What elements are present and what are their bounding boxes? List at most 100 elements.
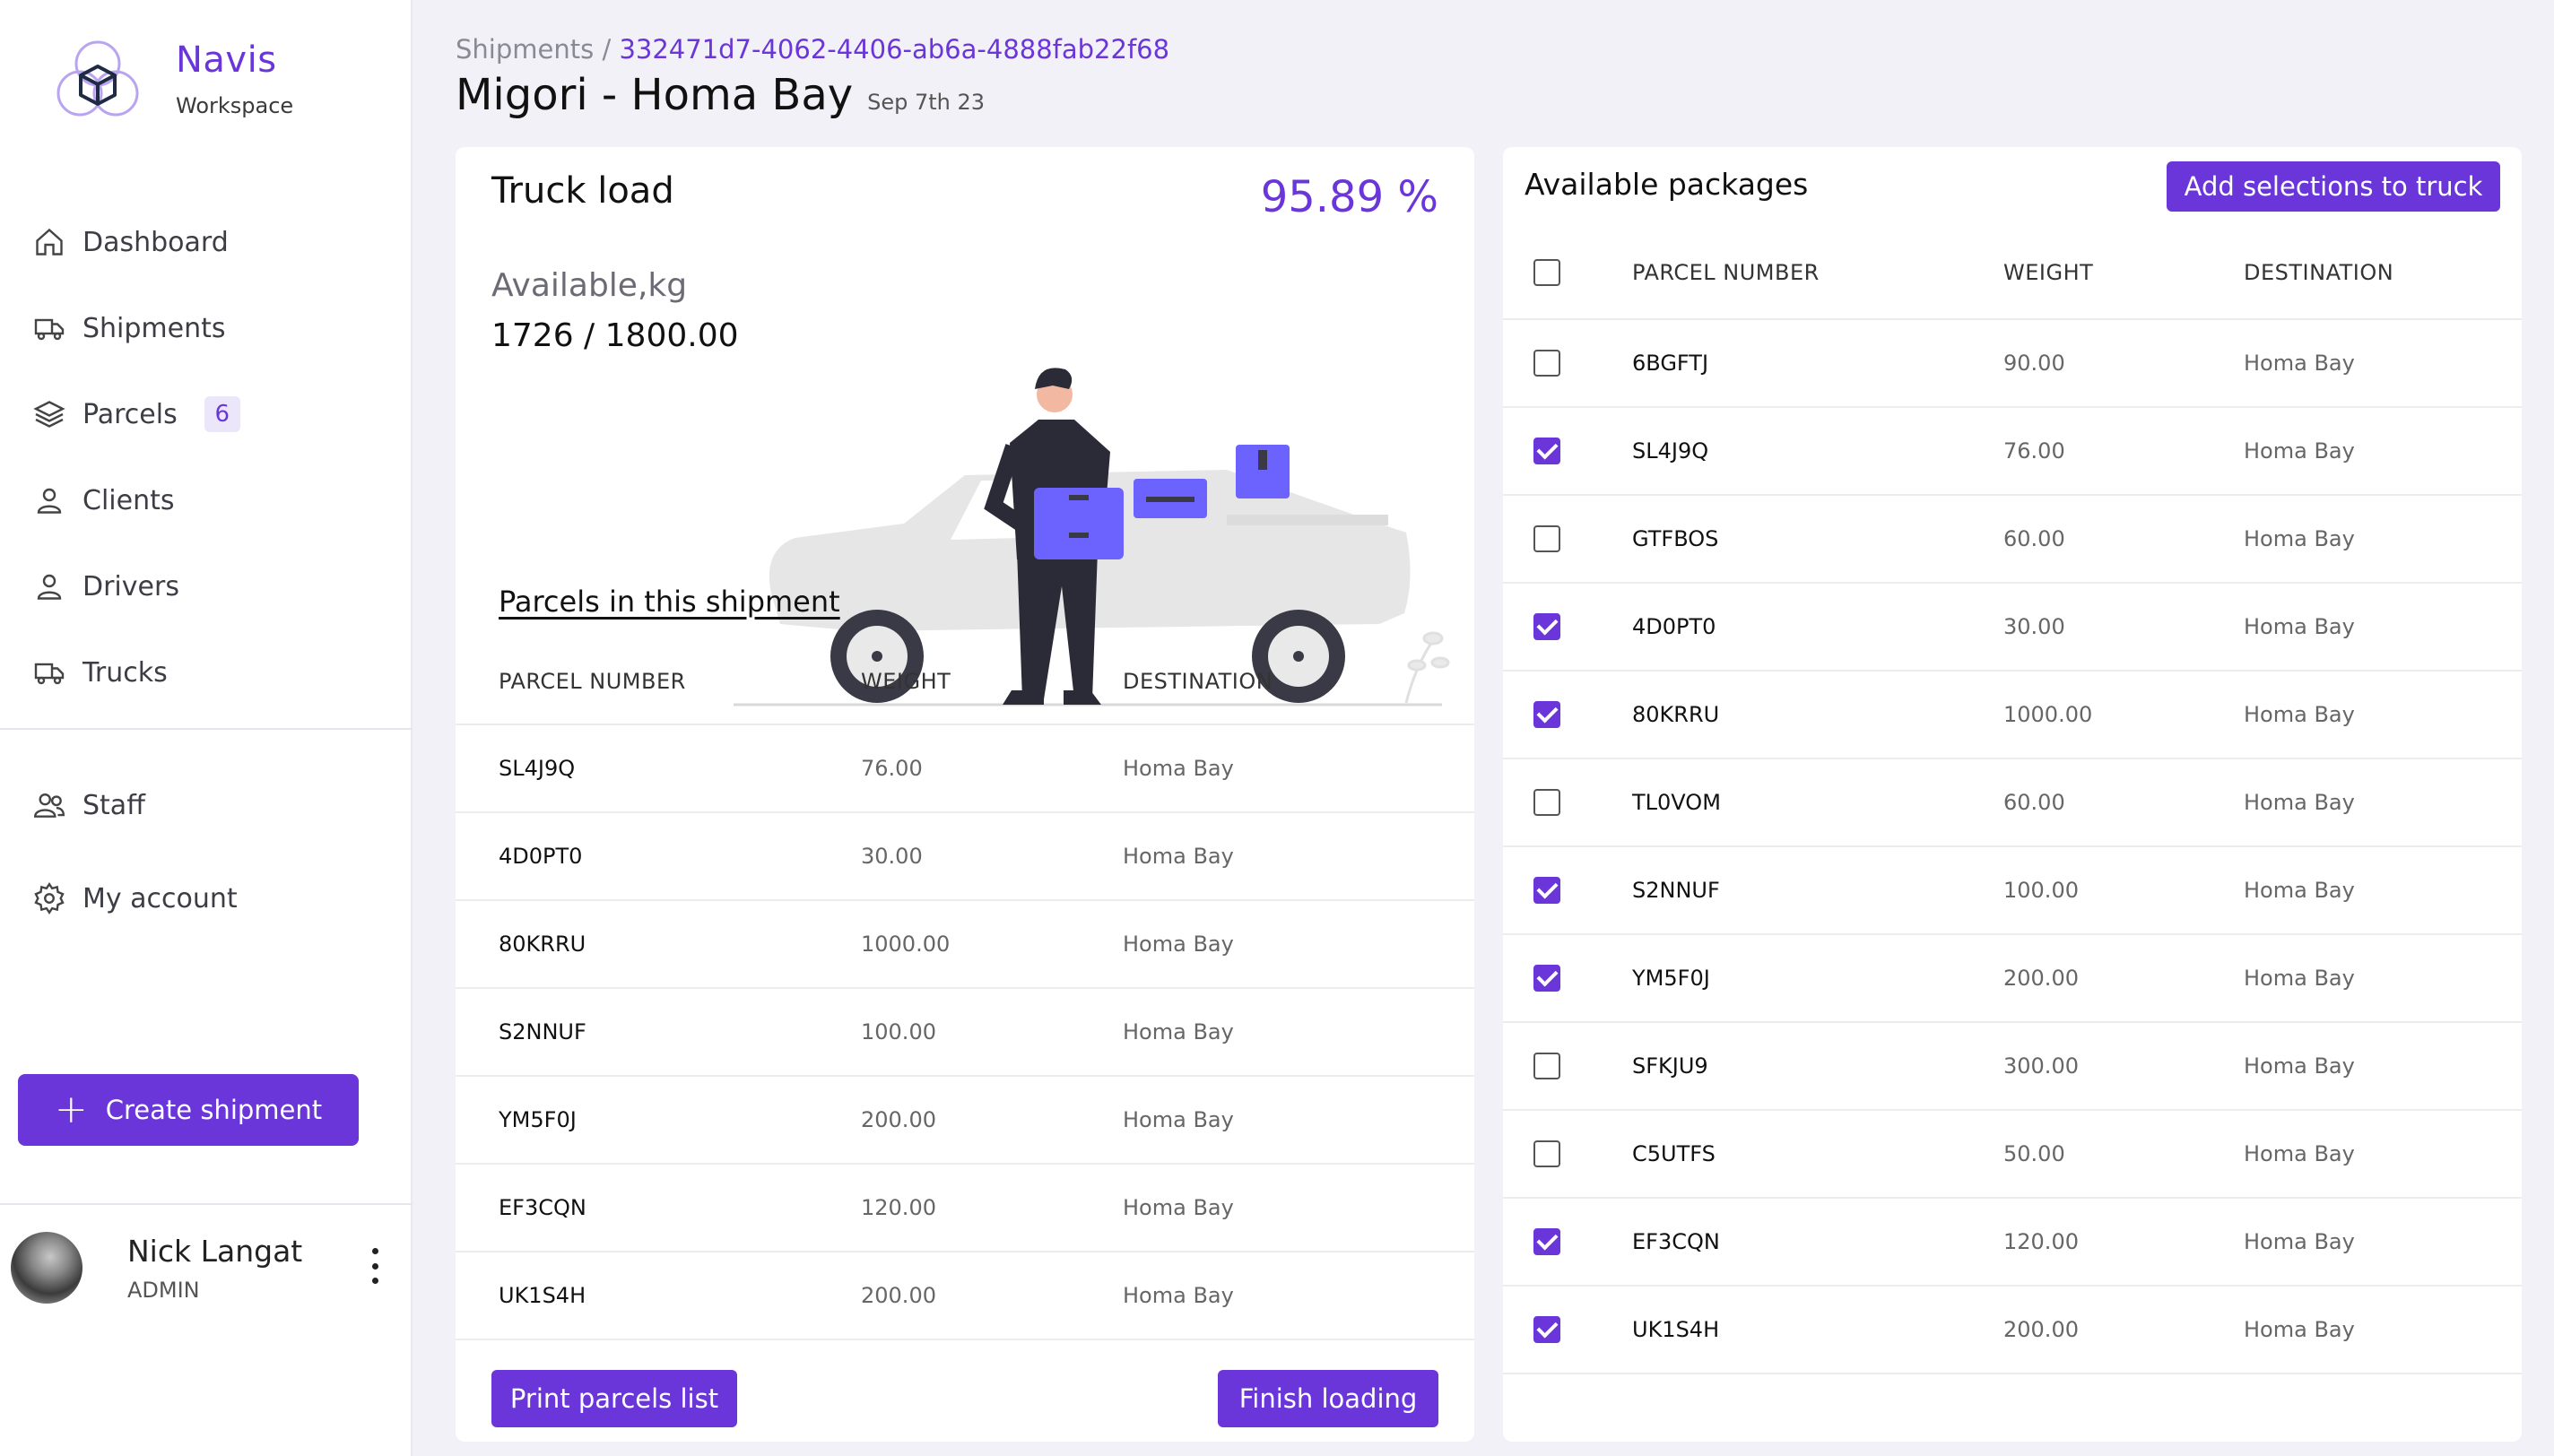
destination-cell: Homa Bay <box>1123 988 1474 1077</box>
more-options-icon[interactable] <box>366 1248 384 1284</box>
row-checkbox[interactable] <box>1533 965 1560 992</box>
table-row: 4D0PT0 30.00 Homa Bay <box>456 812 1474 901</box>
destination-cell: Homa Bay <box>1123 812 1474 901</box>
column-header: DESTINATION <box>2244 226 2522 320</box>
weight-cell: 60.00 <box>2003 495 2244 584</box>
parcel-number-cell: 4D0PT0 <box>456 812 861 901</box>
parcel-number-cell: S2NNUF <box>1632 846 2003 935</box>
weight-cell: 120.00 <box>861 1164 1123 1252</box>
print-parcels-button[interactable]: Print parcels list <box>491 1370 737 1427</box>
parcels-count-badge: 6 <box>204 396 240 432</box>
table-row[interactable]: 6BGFTJ 90.00 Homa Bay <box>1503 319 2522 408</box>
nav-label: Dashboard <box>83 226 229 258</box>
destination-cell: Homa Bay <box>2244 758 2522 847</box>
column-header: PARCEL NUMBER <box>456 638 861 725</box>
available-value: 1726 / 1800.00 <box>491 317 739 354</box>
truck-load-card: Truck load 95.89 % Available,kg 1726 / 1… <box>456 147 1474 1442</box>
parcel-number-cell: EF3CQN <box>456 1164 861 1252</box>
nav-label: Drivers <box>83 570 179 602</box>
destination-cell: Homa Bay <box>1123 900 1474 989</box>
shipment-date: Sep 7th 23 <box>867 90 986 115</box>
shipment-parcels-table: PARCEL NUMBER WEIGHT DESTINATION SL4J9Q 7… <box>456 638 1474 1340</box>
parcel-number-cell: 6BGFTJ <box>1632 319 2003 408</box>
checkbox-cell <box>1503 671 1632 759</box>
nav-item-staff[interactable]: Staff <box>32 758 238 852</box>
user-role: ADMIN <box>127 1277 200 1303</box>
table-row[interactable]: TL0VOM 60.00 Homa Bay <box>1503 758 2522 847</box>
secondary-nav: Staff My account <box>32 758 238 945</box>
destination-cell: Homa Bay <box>2244 671 2522 759</box>
table-row[interactable]: GTFBOS 60.00 Homa Bay <box>1503 495 2522 584</box>
select-all-checkbox[interactable] <box>1533 258 1560 286</box>
create-shipment-button[interactable]: + Create shipment <box>18 1074 359 1146</box>
table-row: YM5F0J 200.00 Homa Bay <box>456 1076 1474 1165</box>
destination-cell: Homa Bay <box>2244 846 2522 935</box>
parcel-number-cell: TL0VOM <box>1632 758 2003 847</box>
available-packages-title: Available packages <box>1525 167 1809 202</box>
checkbox-cell <box>1503 319 1632 408</box>
available-label: Available,kg <box>491 267 688 304</box>
row-checkbox[interactable] <box>1533 438 1560 464</box>
row-checkbox[interactable] <box>1533 1228 1560 1255</box>
nav-item-shipments[interactable]: Shipments <box>32 285 240 371</box>
row-checkbox[interactable] <box>1533 877 1560 904</box>
parcel-number-cell: GTFBOS <box>1632 495 2003 584</box>
table-row[interactable]: YM5F0J 200.00 Homa Bay <box>1503 934 2522 1023</box>
row-checkbox[interactable] <box>1533 1140 1560 1167</box>
column-header: WEIGHT <box>861 638 1123 725</box>
table-row[interactable]: UK1S4H 200.00 Homa Bay <box>1503 1286 2522 1374</box>
checkbox-cell <box>1503 934 1632 1023</box>
weight-cell: 1000.00 <box>861 900 1123 989</box>
parcel-number-cell: 80KRRU <box>456 900 861 989</box>
finish-loading-button[interactable]: Finish loading <box>1218 1370 1438 1427</box>
brand-subtitle: Workspace <box>176 93 294 118</box>
destination-cell: Homa Bay <box>2244 1110 2522 1199</box>
parcel-number-cell: EF3CQN <box>1632 1198 2003 1287</box>
table-row[interactable]: 80KRRU 1000.00 Homa Bay <box>1503 671 2522 759</box>
row-checkbox[interactable] <box>1533 1053 1560 1079</box>
table-header-row: PARCEL NUMBER WEIGHT DESTINATION <box>1503 226 2522 320</box>
nav-item-drivers[interactable]: Drivers <box>32 543 240 629</box>
truck-load-title: Truck load <box>491 170 674 212</box>
user-profile[interactable]: Nick Langat ADMIN <box>11 1232 387 1304</box>
row-checkbox[interactable] <box>1533 789 1560 816</box>
row-checkbox[interactable] <box>1533 350 1560 377</box>
breadcrumb-parent[interactable]: Shipments <box>456 34 594 65</box>
nav-item-trucks[interactable]: Trucks <box>32 629 240 715</box>
weight-cell: 120.00 <box>2003 1198 2244 1287</box>
row-checkbox[interactable] <box>1533 525 1560 552</box>
row-checkbox[interactable] <box>1533 613 1560 640</box>
destination-cell: Homa Bay <box>2244 1198 2522 1287</box>
table-row[interactable]: SL4J9Q 76.00 Homa Bay <box>1503 407 2522 496</box>
sidebar-divider <box>0 728 413 730</box>
weight-cell: 200.00 <box>2003 1286 2244 1374</box>
table-row[interactable]: EF3CQN 120.00 Homa Bay <box>1503 1198 2522 1287</box>
nav-item-dashboard[interactable]: Dashboard <box>32 199 240 285</box>
nav-item-parcels[interactable]: Parcels 6 <box>32 371 240 457</box>
breadcrumb-current[interactable]: 332471d7-4062-4406-ab6a-4888fab22f68 <box>619 34 1169 65</box>
nav-item-my-account[interactable]: My account <box>32 852 238 945</box>
user-icon <box>32 483 66 517</box>
table-row[interactable]: 4D0PT0 30.00 Homa Bay <box>1503 583 2522 672</box>
add-selections-button[interactable]: Add selections to truck <box>2167 161 2500 212</box>
parcel-number-cell: UK1S4H <box>456 1252 861 1340</box>
table-row[interactable]: SFKJU9 300.00 Homa Bay <box>1503 1022 2522 1111</box>
select-all-cell <box>1503 226 1632 320</box>
load-percentage: 95.89 % <box>1260 172 1438 222</box>
nav-item-clients[interactable]: Clients <box>32 457 240 543</box>
table-row[interactable]: C5UTFS 50.00 Homa Bay <box>1503 1110 2522 1199</box>
table-row: 80KRRU 1000.00 Homa Bay <box>456 900 1474 989</box>
sidebar-divider <box>0 1203 413 1205</box>
destination-cell: Homa Bay <box>2244 934 2522 1023</box>
avatar <box>11 1232 83 1304</box>
brand[interactable]: Navis Workspace <box>48 32 293 131</box>
row-checkbox[interactable] <box>1533 1316 1560 1343</box>
user-name: Nick Langat <box>127 1233 303 1269</box>
weight-cell: 76.00 <box>2003 407 2244 496</box>
parcels-in-shipment-link[interactable]: Parcels in this shipment <box>499 585 840 619</box>
checkbox-cell <box>1503 1286 1632 1374</box>
destination-cell: Homa Bay <box>1123 724 1474 813</box>
table-row[interactable]: S2NNUF 100.00 Homa Bay <box>1503 846 2522 935</box>
parcel-number-cell: C5UTFS <box>1632 1110 2003 1199</box>
row-checkbox[interactable] <box>1533 701 1560 728</box>
